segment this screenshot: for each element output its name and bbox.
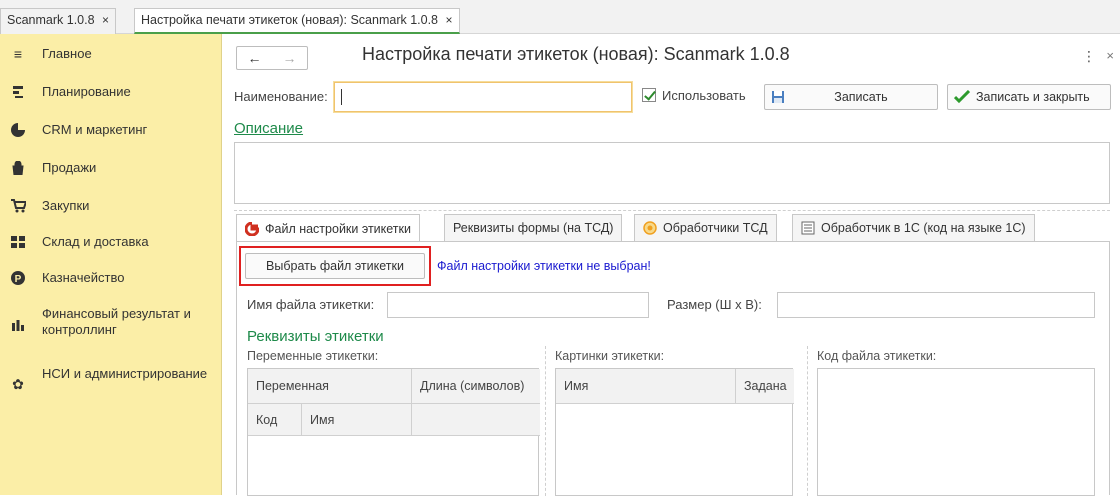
sidebar-item-main[interactable]: ≡ Главное	[0, 44, 222, 64]
images-table[interactable]: Имя Задана	[555, 368, 794, 496]
description-textarea[interactable]	[234, 142, 1110, 204]
sidebar-item-label: НСИ и администрирование	[42, 366, 208, 381]
sidebar-item-label: Планирование	[42, 84, 131, 99]
filename-label: Имя файла этикетки:	[247, 297, 375, 312]
forward-button[interactable]: →	[272, 47, 307, 69]
size-label: Размер (Ш х В):	[667, 297, 762, 312]
sidebar-item-planning[interactable]: Планирование	[0, 82, 222, 102]
close-icon[interactable]: ×	[446, 13, 453, 27]
tab-label: Реквизиты формы (на ТСД)	[453, 221, 614, 235]
size-input[interactable]	[777, 292, 1095, 318]
save-button[interactable]: Записать	[764, 84, 938, 110]
column-header-code[interactable]: Код	[248, 404, 302, 436]
sidebar-item-label: Закупки	[42, 198, 90, 213]
name-label: Наименование:	[234, 89, 328, 104]
images-label: Картинки этикетки:	[555, 349, 665, 363]
save-and-close-button[interactable]: Записать и закрыть	[947, 84, 1111, 110]
sidebar-item-purchases[interactable]: Закупки	[0, 196, 222, 216]
window-tab-scanmark[interactable]: Scanmark 1.0.8 ×	[0, 8, 117, 34]
handler-icon	[643, 221, 657, 235]
sidebar-item-treasury[interactable]: P Казначейство	[0, 268, 222, 288]
code-icon	[801, 221, 815, 235]
header-filler	[412, 404, 540, 436]
sidebar-item-label: Продажи	[42, 160, 97, 175]
use-label: Использовать	[662, 88, 746, 103]
filename-input[interactable]	[387, 292, 649, 318]
column-header-name[interactable]: Имя	[556, 369, 736, 404]
close-form-button[interactable]: ×	[1106, 48, 1114, 63]
sidebar-item-label: Главное	[42, 46, 92, 61]
code-label: Код файла этикетки:	[817, 349, 937, 363]
description-link[interactable]: Описание	[234, 120, 303, 137]
window-tab-label: Scanmark 1.0.8	[7, 13, 95, 27]
column-header-set[interactable]: Задана	[736, 369, 794, 404]
save-button-label: Записать	[834, 90, 888, 104]
divider	[545, 346, 546, 496]
more-menu-icon[interactable]: ⋮	[1082, 48, 1096, 65]
column-header-variable[interactable]: Переменная	[248, 369, 412, 404]
sidebar-item-sales[interactable]: Продажи	[0, 158, 222, 178]
column-header-name[interactable]: Имя	[302, 404, 412, 436]
tab-tsd-handlers[interactable]: Обработчики ТСД	[634, 214, 777, 241]
tab-form-requisites[interactable]: Реквизиты формы (на ТСД)	[444, 214, 623, 241]
sidebar-item-label: Казначейство	[42, 270, 125, 285]
label-code-textarea[interactable]	[817, 368, 1095, 496]
back-button[interactable]: ←	[237, 47, 272, 69]
window-tab-label-settings[interactable]: Настройка печати этикеток (новая): Scanm…	[134, 8, 460, 34]
gear-icon: ✿	[12, 375, 24, 392]
save-and-close-label: Записать и закрыть	[976, 90, 1090, 104]
tab-label: Обработчики ТСД	[663, 221, 768, 235]
page-title: Настройка печати этикеток (новая): Scanm…	[362, 44, 790, 64]
column-header-length[interactable]: Длина (символов)	[412, 369, 540, 404]
divider	[807, 346, 808, 496]
window-tab-label: Настройка печати этикеток (новая): Scanm…	[141, 13, 439, 27]
sidebar-item-crm[interactable]: CRM и маркетинг	[0, 120, 222, 140]
sales-bag-icon	[10, 160, 26, 176]
variables-table[interactable]: Переменная Длина (символов) Код Имя	[247, 368, 540, 496]
planning-icon	[10, 84, 26, 100]
file-status-text: Файл настройки этикетки не выбран!	[437, 259, 651, 273]
sidebar-item-label: Склад и доставка	[42, 234, 149, 249]
window-tab-strip: Scanmark 1.0.8 × Настройка печати этикет…	[0, 0, 1120, 34]
menu-icon: ≡	[13, 46, 23, 62]
use-checkbox[interactable]	[642, 88, 656, 102]
tab-label-file[interactable]: Файл настройки этикетки	[236, 214, 420, 242]
divider	[234, 210, 1110, 211]
choose-file-button[interactable]: Выбрать файл этикетки	[245, 253, 425, 279]
floppy-disk-icon	[772, 91, 784, 103]
sidebar-item-finance[interactable]: Финансовый результат и контроллинг	[0, 306, 222, 340]
cart-icon	[10, 198, 26, 214]
close-icon[interactable]: ×	[102, 13, 109, 27]
tab-label: Обработчик в 1С (код на языке 1С)	[821, 221, 1026, 235]
treasury-icon: P	[10, 270, 26, 286]
tab-label: Файл настройки этикетки	[265, 221, 411, 236]
checkmark-icon	[954, 90, 970, 104]
tab-panel: Выбрать файл этикетки Файл настройки эти…	[236, 241, 1110, 496]
nav-buttons: ← →	[236, 46, 308, 70]
sidebar: ≡ Главное Планирование CRM и маркетинг П…	[0, 34, 222, 495]
svg-text:P: P	[15, 274, 22, 285]
main-content: ← → Настройка печати этикеток (новая): S…	[222, 34, 1120, 496]
sidebar-item-label: Финансовый результат и контроллинг	[42, 306, 191, 337]
section-title: Реквизиты этикетки	[247, 328, 384, 345]
tab-1c-handler[interactable]: Обработчик в 1С (код на языке 1С)	[792, 214, 1035, 241]
label-settings-icon	[245, 221, 259, 236]
name-input[interactable]	[334, 82, 632, 112]
crm-icon	[10, 122, 26, 138]
variables-label: Переменные этикетки:	[247, 349, 379, 363]
bar-chart-icon	[10, 316, 26, 332]
sidebar-item-admin[interactable]: ✿ НСИ и администрирование	[0, 366, 222, 400]
sidebar-item-label: CRM и маркетинг	[42, 122, 148, 137]
text-caret	[341, 89, 342, 105]
warehouse-icon	[10, 234, 26, 250]
sidebar-item-warehouse[interactable]: Склад и доставка	[0, 232, 222, 252]
